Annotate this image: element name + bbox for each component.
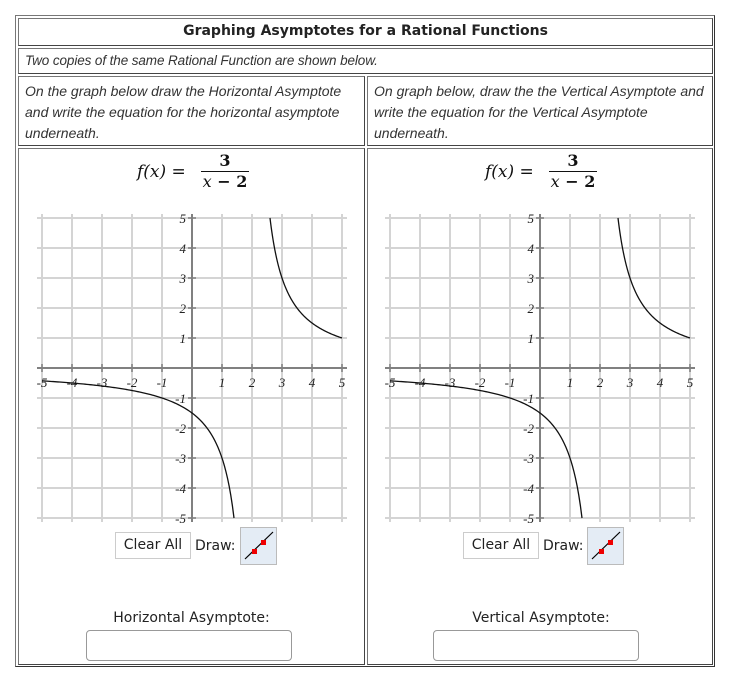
denominator-constant: − 2 — [559, 172, 596, 191]
vertical-asymptote-input[interactable] — [433, 630, 639, 661]
formula-denominator: x − 2 — [199, 172, 251, 192]
title-cell: Graphing Asymptotes for a Rational Funct… — [18, 18, 713, 46]
clear-all-button[interactable]: Clear All — [463, 532, 539, 559]
intro-cell: Two copies of the same Rational Function… — [18, 48, 713, 74]
intro-text: Two copies of the same Rational Function… — [25, 53, 378, 68]
draw-label: Draw: — [543, 538, 584, 554]
horizontal-asymptote-label: Horizontal Asymptote: — [113, 610, 270, 626]
clear-all-button[interactable]: Clear All — [115, 532, 191, 559]
draw-line-tool-button[interactable] — [240, 527, 277, 565]
formula-lhs: f(x) = — [137, 162, 186, 182]
instruction-cell-vertical: On graph below, draw the the Vertical As… — [367, 76, 713, 146]
instruction-cell-horizontal: On the graph below draw the Horizontal A… — [18, 76, 365, 146]
formula-fraction: 3 x − 2 — [199, 149, 251, 192]
draw-label: Draw: — [195, 538, 236, 554]
page-title: Graphing Asymptotes for a Rational Funct… — [183, 23, 548, 39]
line-segment-tool-icon — [244, 531, 274, 560]
draw-line-tool-button[interactable] — [587, 527, 624, 565]
horizontal-asymptote-input[interactable] — [86, 630, 292, 661]
formula-lhs: f(x) = — [485, 162, 534, 182]
denominator-constant: − 2 — [211, 172, 248, 191]
denominator-variable: x — [550, 172, 560, 191]
graph-panel-horizontal: f(x) = 3 x − 2 Clear All Draw: Horizonta… — [18, 148, 365, 665]
formula-numerator: 3 — [567, 151, 579, 170]
function-formula: f(x) = 3 x − 2 — [485, 149, 625, 195]
graph-panel-vertical: f(x) = 3 x − 2 Clear All Draw: Vertical … — [367, 148, 713, 665]
function-formula: f(x) = 3 x − 2 — [137, 149, 277, 195]
line-segment-tool-icon — [591, 531, 621, 560]
instruction-text: On the graph below draw the Horizontal A… — [25, 83, 342, 141]
instruction-text: On graph below, draw the the Vertical As… — [374, 83, 704, 141]
formula-denominator: x − 2 — [547, 172, 599, 192]
vertical-asymptote-label: Vertical Asymptote: — [472, 610, 610, 626]
formula-numerator: 3 — [219, 151, 231, 170]
formula-fraction: 3 x − 2 — [547, 149, 599, 192]
denominator-variable: x — [202, 172, 212, 191]
